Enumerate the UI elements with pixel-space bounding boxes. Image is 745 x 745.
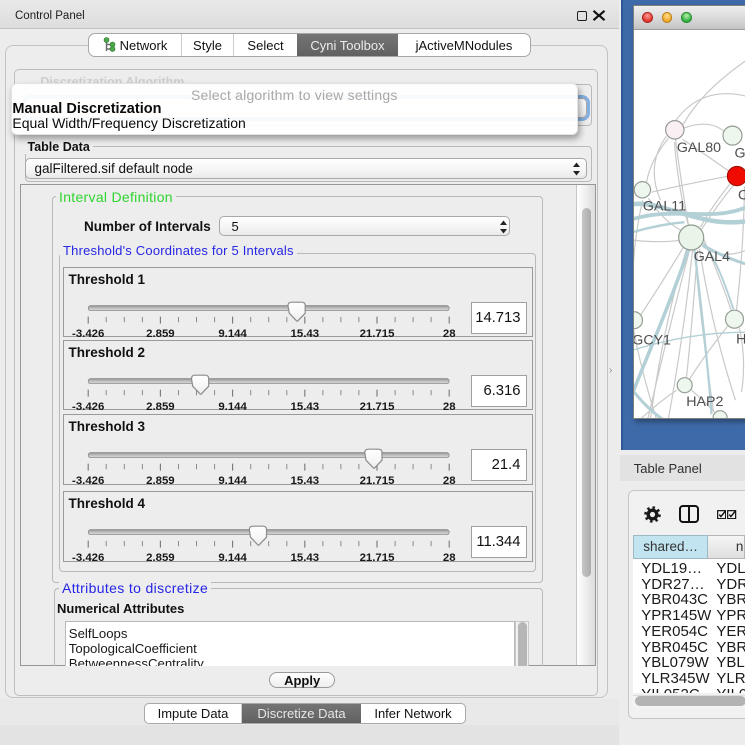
svg-text:C: C xyxy=(738,187,745,203)
svg-text:15.43: 15.43 xyxy=(290,401,319,412)
svg-text:28: 28 xyxy=(443,401,456,412)
svg-text:-3.426: -3.426 xyxy=(72,475,104,486)
svg-text:21.715: 21.715 xyxy=(359,475,395,486)
svg-text:-3.426: -3.426 xyxy=(72,552,104,563)
svg-text:28: 28 xyxy=(443,328,456,339)
svg-text:GA: GA xyxy=(734,145,745,161)
svg-text:15.43: 15.43 xyxy=(290,328,319,339)
svg-text:21.715: 21.715 xyxy=(359,401,395,412)
svg-text:GAL4: GAL4 xyxy=(693,249,729,265)
svg-text:-3.426: -3.426 xyxy=(72,328,104,339)
svg-text:GAL80: GAL80 xyxy=(676,140,720,156)
svg-text:9.144: 9.144 xyxy=(218,401,247,412)
svg-text:2.859: 2.859 xyxy=(146,401,175,412)
svg-text:2.859: 2.859 xyxy=(146,328,175,339)
svg-text:15.43: 15.43 xyxy=(290,475,319,486)
svg-text:9.144: 9.144 xyxy=(218,552,247,563)
svg-text:9.144: 9.144 xyxy=(218,328,247,339)
svg-text:H: H xyxy=(736,331,745,347)
svg-text:HAP2: HAP2 xyxy=(686,394,723,410)
svg-text:-3.426: -3.426 xyxy=(72,401,104,412)
svg-text:2.859: 2.859 xyxy=(146,475,175,486)
svg-text:28: 28 xyxy=(443,552,456,563)
svg-text:GAL11: GAL11 xyxy=(642,198,685,214)
svg-text:2.859: 2.859 xyxy=(146,552,175,563)
svg-text:9.144: 9.144 xyxy=(218,475,247,486)
svg-text:28: 28 xyxy=(443,475,456,486)
svg-text:21.715: 21.715 xyxy=(359,328,395,339)
svg-text:15.43: 15.43 xyxy=(290,552,319,563)
svg-text:21.715: 21.715 xyxy=(359,552,395,563)
svg-text:GCY1: GCY1 xyxy=(634,332,671,348)
